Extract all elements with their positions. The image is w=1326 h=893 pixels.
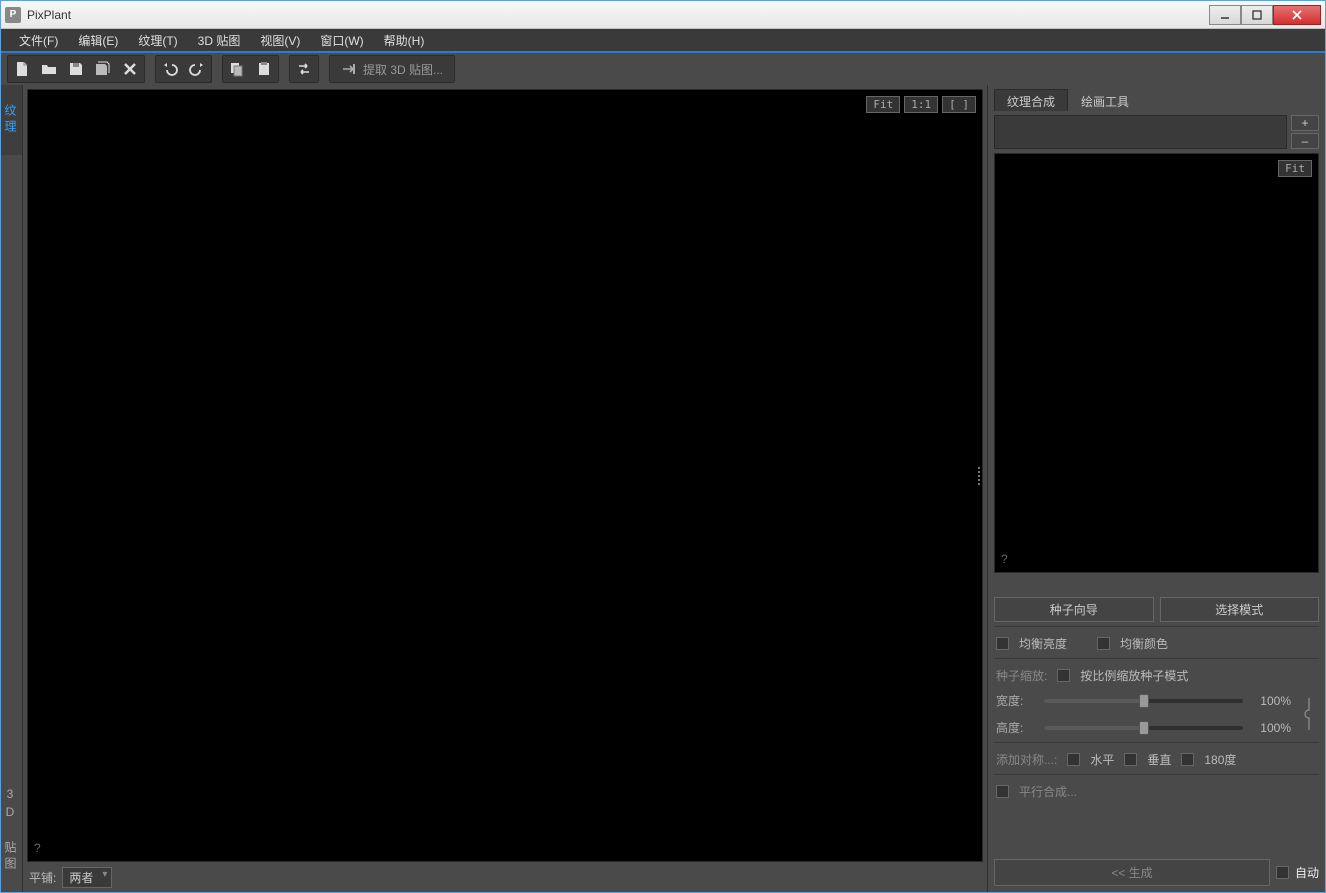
tab-texture-synthesis[interactable]: 纹理合成 — [994, 89, 1068, 111]
add-seed-button[interactable]: + — [1291, 115, 1319, 131]
auto-label: 自动 — [1295, 864, 1319, 881]
undo-button[interactable] — [157, 57, 183, 81]
seed-wizard-button[interactable]: 种子向导 — [994, 597, 1154, 622]
menu-texture[interactable]: 纹理(T) — [128, 30, 187, 51]
link-dimensions-button[interactable] — [1301, 694, 1317, 734]
height-value: 100% — [1251, 721, 1291, 735]
generate-button[interactable]: << 生成 — [994, 859, 1270, 886]
panel-resize-handle[interactable] — [976, 456, 982, 496]
tab-paint-tools[interactable]: 绘画工具 — [1068, 89, 1142, 111]
parallel-synthesis-label: 平行合成... — [1019, 783, 1077, 800]
minimize-button[interactable] — [1209, 5, 1241, 25]
menu-window[interactable]: 窗口(W) — [310, 30, 373, 51]
parallel-synthesis-checkbox[interactable] — [996, 785, 1009, 798]
maximize-button[interactable] — [1241, 5, 1273, 25]
save-all-button[interactable] — [90, 57, 116, 81]
canvas-help-icon[interactable]: ? — [34, 841, 41, 855]
status-bar: 平铺: 两者 — [27, 866, 983, 888]
window-title: PixPlant — [27, 8, 1209, 22]
preview-help-icon[interactable]: ? — [1001, 552, 1008, 566]
preview-fit-button[interactable]: Fit — [1278, 160, 1312, 177]
equalize-color-checkbox[interactable] — [1097, 637, 1110, 650]
new-file-button[interactable] — [9, 57, 35, 81]
menu-edit[interactable]: 编辑(E) — [68, 30, 128, 51]
delete-button[interactable] — [117, 57, 143, 81]
menu-file[interactable]: 文件(F) — [9, 30, 68, 51]
app-icon: P — [5, 7, 21, 23]
app-window: P PixPlant 文件(F) 编辑(E) 纹理(T) 3D 贴图 视图(V)… — [0, 0, 1326, 893]
menubar: 文件(F) 编辑(E) 纹理(T) 3D 贴图 视图(V) 窗口(W) 帮助(H… — [1, 29, 1325, 51]
remove-seed-button[interactable]: – — [1291, 133, 1319, 149]
symmetry-vertical-checkbox[interactable] — [1124, 753, 1137, 766]
symmetry-180-label: 180度 — [1204, 751, 1236, 768]
height-label: 高度: — [996, 719, 1036, 736]
center-area: Fit 1:1 [ ] ? 平铺: 两者 — [23, 85, 987, 892]
right-panel: 纹理合成 绘画工具 + – Fit ? 种子向导 选择模式 — [987, 85, 1325, 892]
save-button[interactable] — [63, 57, 89, 81]
extract-icon — [341, 61, 357, 77]
redo-button[interactable] — [184, 57, 210, 81]
equalize-brightness-label: 均衡亮度 — [1019, 635, 1067, 652]
proportional-scale-checkbox[interactable] — [1057, 669, 1070, 682]
menu-view[interactable]: 视图(V) — [250, 30, 310, 51]
menu-help[interactable]: 帮助(H) — [374, 30, 435, 51]
open-file-button[interactable] — [36, 57, 62, 81]
close-button[interactable] — [1273, 5, 1321, 25]
menu-3d-map[interactable]: 3D 贴图 — [188, 30, 251, 51]
symmetry-horizontal-label: 水平 — [1090, 751, 1114, 768]
titlebar[interactable]: P PixPlant — [1, 1, 1325, 29]
extract-label: 提取 3D 贴图... — [363, 61, 443, 78]
symmetry-vertical-label: 垂直 — [1147, 751, 1171, 768]
main-canvas[interactable]: Fit 1:1 [ ] ? — [27, 89, 983, 862]
tiling-select[interactable]: 两者 — [62, 867, 112, 888]
height-slider[interactable] — [1044, 726, 1243, 730]
symmetry-horizontal-checkbox[interactable] — [1067, 753, 1080, 766]
symmetry-180-checkbox[interactable] — [1181, 753, 1194, 766]
paste-button[interactable] — [251, 57, 277, 81]
rail-tab-texture[interactable]: 纹理 — [1, 85, 22, 155]
rail-tab-3d-map[interactable]: 3D 贴图 — [1, 768, 22, 892]
canvas-fit-button[interactable]: Fit — [866, 96, 900, 113]
tiling-label: 平铺: — [29, 869, 56, 886]
width-label: 宽度: — [996, 692, 1036, 709]
seed-preview[interactable]: Fit ? — [994, 153, 1319, 573]
width-slider[interactable] — [1044, 699, 1243, 703]
auto-checkbox[interactable] — [1276, 866, 1289, 879]
width-value: 100% — [1251, 694, 1291, 708]
copy-button[interactable] — [224, 57, 250, 81]
seed-slot[interactable] — [994, 115, 1287, 149]
proportional-scale-label: 按比例缩放种子模式 — [1080, 667, 1188, 684]
symmetry-label: 添加对称...: — [996, 751, 1057, 768]
left-rail: 纹理 3D 贴图 — [1, 85, 23, 892]
select-mode-button[interactable]: 选择模式 — [1160, 597, 1320, 622]
equalize-brightness-checkbox[interactable] — [996, 637, 1009, 650]
canvas-1to1-button[interactable]: 1:1 — [904, 96, 938, 113]
extract-3d-map-button[interactable]: 提取 3D 贴图... — [331, 57, 453, 81]
seed-scale-label: 种子缩放: — [996, 667, 1047, 684]
canvas-brackets-button[interactable]: [ ] — [942, 96, 976, 113]
swap-button[interactable] — [291, 57, 317, 81]
toolbar: 提取 3D 贴图... — [1, 53, 1325, 85]
equalize-color-label: 均衡颜色 — [1120, 635, 1168, 652]
